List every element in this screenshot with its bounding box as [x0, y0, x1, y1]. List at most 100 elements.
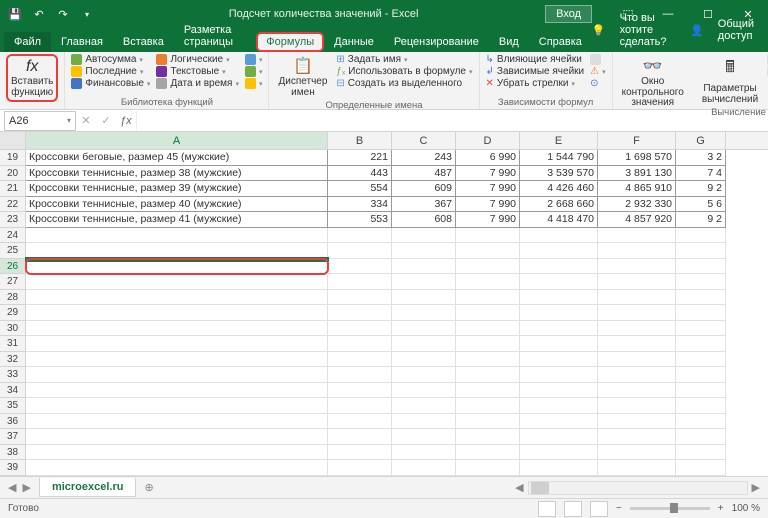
cell[interactable] — [598, 445, 676, 461]
cell[interactable]: 2 932 330 — [598, 197, 676, 213]
cell[interactable] — [26, 352, 328, 368]
create-from-selection-button[interactable]: ⊟Создать из выделенного — [336, 78, 472, 89]
cell[interactable] — [392, 398, 456, 414]
cell[interactable] — [26, 429, 328, 445]
page-break-button[interactable] — [590, 501, 608, 517]
cell[interactable] — [520, 228, 598, 244]
cell[interactable] — [392, 243, 456, 259]
cell[interactable]: 1 544 790 — [520, 150, 598, 166]
date-button[interactable]: Дата и время▾ — [156, 78, 239, 89]
cell[interactable] — [26, 367, 328, 383]
cell[interactable]: 7 990 — [456, 197, 520, 213]
cell[interactable] — [392, 414, 456, 430]
name-box[interactable]: A26▾ — [4, 111, 76, 131]
cell[interactable] — [598, 398, 676, 414]
cell[interactable]: 334 — [328, 197, 392, 213]
cell[interactable] — [676, 367, 726, 383]
cell[interactable] — [392, 460, 456, 476]
row-header[interactable]: 31 — [0, 336, 26, 352]
text-button[interactable]: Текстовые▾ — [156, 66, 239, 77]
cell[interactable] — [676, 445, 726, 461]
zoom-level[interactable]: 100 % — [732, 503, 760, 514]
cell[interactable] — [676, 274, 726, 290]
cell[interactable] — [676, 429, 726, 445]
tab-view[interactable]: Вид — [489, 32, 529, 52]
row-header[interactable]: 24 — [0, 228, 26, 244]
tell-me[interactable]: Что вы хотите сделать? — [610, 8, 686, 52]
col-header-c[interactable]: C — [392, 132, 456, 149]
cell[interactable]: 7 990 — [456, 212, 520, 228]
page-layout-button[interactable] — [564, 501, 582, 517]
sheet-next-icon[interactable]: ▶ — [22, 481, 30, 494]
tab-file[interactable]: Файл — [4, 32, 51, 52]
tab-review[interactable]: Рецензирование — [384, 32, 489, 52]
cell[interactable]: 6 990 — [456, 150, 520, 166]
math-button[interactable]: ▾ — [245, 66, 263, 77]
cell[interactable]: 487 — [392, 166, 456, 182]
cell[interactable] — [328, 398, 392, 414]
cell[interactable] — [26, 290, 328, 306]
chevron-down-icon[interactable]: ▾ — [67, 116, 71, 125]
sheet-tab[interactable]: microexcel.ru — [39, 478, 137, 497]
cell[interactable] — [26, 445, 328, 461]
financial-button[interactable]: Финансовые▾ — [71, 78, 150, 89]
cell[interactable] — [598, 460, 676, 476]
cell[interactable] — [328, 274, 392, 290]
cell[interactable] — [328, 367, 392, 383]
row-header[interactable]: 21 — [0, 181, 26, 197]
cell[interactable] — [328, 445, 392, 461]
cell[interactable] — [456, 259, 520, 275]
cell[interactable]: 3 2 — [676, 150, 726, 166]
cell[interactable]: 9 2 — [676, 181, 726, 197]
row-header[interactable]: 39 — [0, 460, 26, 476]
cell[interactable]: Кроссовки теннисные, размер 40 (мужские) — [26, 197, 328, 213]
cell[interactable] — [520, 367, 598, 383]
tab-formulas[interactable]: Формулы — [256, 32, 324, 52]
cell[interactable] — [676, 243, 726, 259]
cell[interactable] — [520, 460, 598, 476]
cell[interactable] — [456, 460, 520, 476]
autosum-button[interactable]: Автосумма▾ — [71, 54, 150, 65]
cell[interactable] — [392, 336, 456, 352]
cell[interactable] — [520, 445, 598, 461]
cell[interactable]: 443 — [328, 166, 392, 182]
tab-help[interactable]: Справка — [529, 32, 592, 52]
cell[interactable] — [456, 367, 520, 383]
cell[interactable]: Кроссовки теннисные, размер 41 (мужские) — [26, 212, 328, 228]
cell[interactable] — [328, 352, 392, 368]
cell[interactable] — [676, 460, 726, 476]
cell[interactable]: 4 865 910 — [598, 181, 676, 197]
tab-home[interactable]: Главная — [51, 32, 113, 52]
row-header[interactable]: 19 — [0, 150, 26, 166]
cell[interactable] — [676, 228, 726, 244]
cell[interactable]: 2 668 660 — [520, 197, 598, 213]
cell[interactable]: 3 891 130 — [598, 166, 676, 182]
col-header-g[interactable]: G — [676, 132, 726, 149]
cell[interactable] — [676, 414, 726, 430]
cell[interactable] — [328, 460, 392, 476]
row-header[interactable]: 22 — [0, 197, 26, 213]
cell[interactable] — [598, 352, 676, 368]
sheet-prev-icon[interactable]: ◀ — [8, 481, 16, 494]
save-icon[interactable]: 💾 — [4, 3, 26, 25]
row-header[interactable]: 27 — [0, 274, 26, 290]
zoom-out-icon[interactable]: − — [616, 503, 622, 514]
trace-dependents-button[interactable]: ↲Зависимые ячейки — [486, 66, 585, 77]
cell[interactable] — [328, 383, 392, 399]
cell[interactable] — [392, 445, 456, 461]
formula-input[interactable] — [136, 111, 768, 131]
error-check-button[interactable]: ⚠▾ — [590, 66, 605, 77]
cell[interactable] — [456, 290, 520, 306]
col-header-f[interactable]: F — [598, 132, 676, 149]
row-header[interactable]: 36 — [0, 414, 26, 430]
row-header[interactable]: 28 — [0, 290, 26, 306]
cell[interactable] — [392, 367, 456, 383]
cell[interactable] — [520, 352, 598, 368]
cell[interactable] — [598, 290, 676, 306]
cell[interactable] — [26, 274, 328, 290]
cell[interactable] — [328, 228, 392, 244]
cell[interactable] — [676, 336, 726, 352]
cell[interactable]: 5 6 — [676, 197, 726, 213]
tab-layout[interactable]: Разметка страницы — [174, 20, 256, 52]
cell[interactable] — [328, 243, 392, 259]
